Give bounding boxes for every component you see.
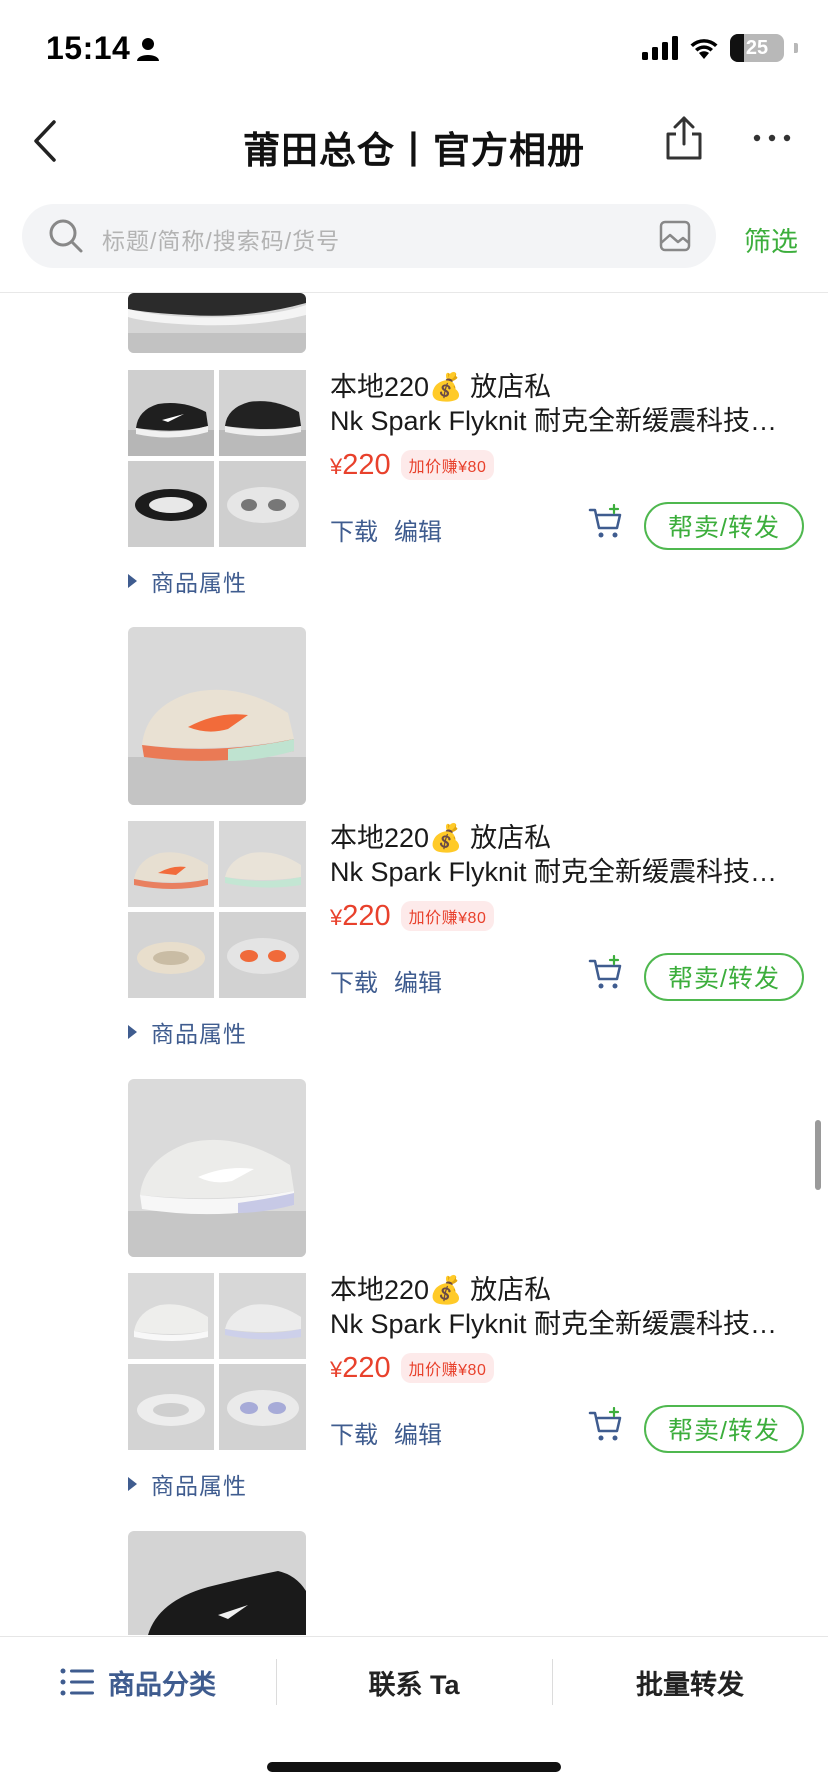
product-thumbnail[interactable] xyxy=(219,912,306,998)
tab-categories-label: 商品分类 xyxy=(108,1669,216,1700)
expand-triangle-icon xyxy=(128,1477,137,1491)
resell-share-button[interactable]: 帮卖/转发 xyxy=(644,953,804,1001)
search-icon xyxy=(49,219,83,253)
resell-share-button[interactable]: 帮卖/转发 xyxy=(644,1405,804,1453)
download-link[interactable]: 下载 xyxy=(330,963,378,998)
product-thumbnail[interactable] xyxy=(219,461,306,547)
product-attributes-toggle[interactable]: 商品属性 xyxy=(128,1015,247,1049)
price: ¥220 xyxy=(330,1351,391,1384)
wifi-icon xyxy=(690,39,718,59)
resell-share-button[interactable]: 帮卖/转发 xyxy=(644,502,804,550)
attributes-label: 商品属性 xyxy=(151,570,247,596)
product-thumbnail[interactable] xyxy=(128,370,214,456)
expand-triangle-icon xyxy=(128,1025,137,1039)
earn-badge: 加价赚¥80 xyxy=(400,450,495,480)
scrollbar-thumb[interactable] xyxy=(815,1120,821,1190)
edit-link[interactable]: 编辑 xyxy=(394,1415,442,1450)
product-thumbnail[interactable] xyxy=(219,821,306,907)
price-row: ¥220 加价赚¥80 xyxy=(330,1349,810,1387)
product-title[interactable]: Nk Spark Flyknit 耐克全新缓震科技休闲运动跑步鞋 xyxy=(330,855,780,889)
tab-contact[interactable]: 联系 Ta xyxy=(276,1637,552,1727)
search-placeholder: 标题/简称/搜索码/货号 xyxy=(102,228,341,254)
edit-link[interactable]: 编辑 xyxy=(394,512,442,547)
product-main-image[interactable] xyxy=(128,1531,306,1635)
battery-icon: 25 xyxy=(730,34,784,62)
tab-contact-label: 联系 Ta xyxy=(368,1669,460,1700)
home-indicator[interactable] xyxy=(267,1762,561,1772)
battery-level: 25 xyxy=(745,36,769,59)
product-attributes-toggle[interactable]: 商品属性 xyxy=(128,1467,247,1501)
price: ¥220 xyxy=(330,899,391,932)
product-attributes-toggle[interactable]: 商品属性 xyxy=(128,564,247,598)
product-tagline: 本地220💰 放店私 xyxy=(330,372,552,402)
more-icon[interactable] xyxy=(752,132,792,144)
product-thumbnail[interactable] xyxy=(128,1273,214,1359)
product-main-image[interactable] xyxy=(128,627,306,805)
product-thumbnail[interactable] xyxy=(128,1364,214,1450)
price-row: ¥220 加价赚¥80 xyxy=(330,446,810,484)
product-thumbnail[interactable] xyxy=(128,821,214,907)
list-icon xyxy=(60,1668,94,1696)
attributes-label: 商品属性 xyxy=(151,1473,247,1499)
header-divider xyxy=(0,292,828,293)
price: ¥220 xyxy=(330,448,391,481)
add-to-cart-icon[interactable] xyxy=(588,955,624,991)
person-icon xyxy=(137,38,159,61)
edit-link[interactable]: 编辑 xyxy=(394,963,442,998)
add-to-cart-icon[interactable] xyxy=(588,1407,624,1443)
share-icon[interactable] xyxy=(662,114,706,162)
search-input[interactable]: 标题/简称/搜索码/货号 xyxy=(22,204,716,268)
image-search-icon[interactable] xyxy=(658,219,692,253)
expand-triangle-icon xyxy=(128,574,137,588)
tab-categories[interactable]: 商品分类 xyxy=(0,1637,276,1727)
earn-badge: 加价赚¥80 xyxy=(400,901,495,931)
filter-button[interactable]: 筛选 xyxy=(744,220,798,259)
product-info: 本地220💰 放店私 Nk Spark Flyknit 耐克全新缓震科技休闲运动… xyxy=(330,821,810,935)
product-thumbnail[interactable] xyxy=(128,461,214,547)
status-time: 15:14 xyxy=(46,30,131,66)
tab-batch-label: 批量转发 xyxy=(636,1669,744,1700)
product-thumbnail[interactable] xyxy=(128,912,214,998)
product-main-image[interactable] xyxy=(128,1079,306,1257)
product-thumbnail[interactable] xyxy=(219,370,306,456)
product-thumbnail[interactable] xyxy=(219,1364,306,1450)
product-tagline: 本地220💰 放店私 xyxy=(330,823,552,853)
product-title[interactable]: Nk Spark Flyknit 耐克全新缓震科技休闲运动跑步鞋 xyxy=(330,1307,780,1341)
download-link[interactable]: 下载 xyxy=(330,512,378,547)
action-row: 下载 编辑 帮卖/转发 xyxy=(330,953,808,1001)
action-row: 下载 编辑 帮卖/转发 xyxy=(330,1405,808,1453)
price-row: ¥220 加价赚¥80 xyxy=(330,897,810,935)
bottom-tab-bar: 商品分类 联系 Ta 批量转发 xyxy=(0,1636,828,1726)
product-tagline: 本地220💰 放店私 xyxy=(330,1275,552,1305)
action-row: 下载 编辑 帮卖/转发 xyxy=(330,502,808,550)
earn-badge: 加价赚¥80 xyxy=(400,1353,495,1383)
cellular-signal-icon xyxy=(642,36,678,60)
product-title[interactable]: Nk Spark Flyknit 耐克全新缓震科技休闲运动跑步鞋 xyxy=(330,404,780,438)
download-link[interactable]: 下载 xyxy=(330,1415,378,1450)
status-bar: 15:14 25 xyxy=(0,0,828,96)
product-main-image[interactable] xyxy=(128,293,306,353)
attributes-label: 商品属性 xyxy=(151,1021,247,1047)
add-to-cart-icon[interactable] xyxy=(588,504,624,540)
nav-bar: 莆田总仓丨官方相册 xyxy=(0,96,828,186)
product-info: 本地220💰 放店私 Nk Spark Flyknit 耐克全新缓震科技休闲运动… xyxy=(330,1273,810,1387)
product-thumbnail[interactable] xyxy=(219,1273,306,1359)
product-info: 本地220💰 放店私 Nk Spark Flyknit 耐克全新缓震科技休闲运动… xyxy=(330,370,810,484)
tab-batch-forward[interactable]: 批量转发 xyxy=(552,1637,828,1727)
search-row: 标题/简称/搜索码/货号 筛选 xyxy=(0,204,828,268)
